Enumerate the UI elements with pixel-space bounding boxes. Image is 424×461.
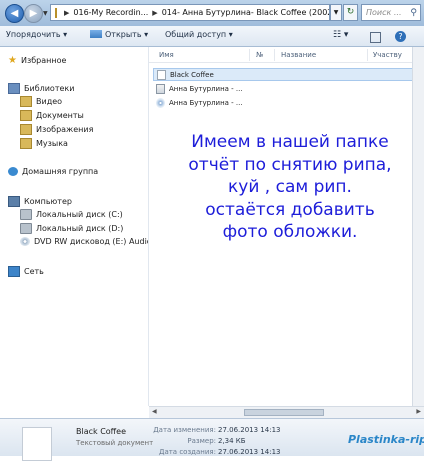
nav-item-label: Изображения [36,125,94,134]
library-icon [8,83,20,94]
nav-network-label: Сеть [24,267,44,276]
column-divider[interactable] [249,49,250,61]
nav-computer-label: Компьютер [24,197,72,206]
hard-disk-icon [20,223,32,234]
breadcrumb-current[interactable]: 014- Анна Бутурлина- Black Coffee (2002) [162,8,329,17]
preview-pane-icon[interactable] [370,32,381,43]
details-file-type: Текстовый документ [76,439,154,447]
nav-network[interactable]: Сеть [8,266,44,277]
help-icon[interactable]: ? [395,31,406,42]
open-label: Открыть ▾ [105,30,149,39]
details-file-name: Black Coffee [76,427,127,436]
overlay-line: фото обложки. [222,222,358,242]
nav-libraries-label: Библиотеки [24,84,75,93]
refresh-button[interactable]: ↻ [343,4,358,21]
file-name: Black Coffee [170,70,214,79]
column-header-title[interactable]: Название [281,51,316,59]
created-value: 27.06.2013 14:13 [218,448,281,456]
recent-pages-dropdown[interactable]: ▼ [43,10,48,17]
text-file-icon [157,69,166,80]
navigation-pane: ★ Избранное Библиотеки Видео Документы Из… [0,47,149,406]
nav-item-images[interactable]: Изображения [20,124,93,135]
chevron-right-icon: ▶ [152,8,158,17]
nav-item-video[interactable]: Видео [20,96,62,107]
column-headers: Имя № Название Участву [149,47,424,63]
nav-drive-label: Локальный диск (C:) [36,210,123,219]
video-folder-icon [20,96,32,107]
file-name: Анна Бутурлина - ... [169,98,243,107]
horizontal-scrollbar[interactable]: ◀ ▶ [149,406,424,418]
modified-label: Дата изменения: [153,426,216,434]
nav-item-label: Документы [36,111,84,120]
vertical-scrollbar[interactable] [412,47,424,406]
nav-computer[interactable]: Компьютер [8,196,72,207]
scroll-thumb[interactable] [244,409,324,416]
column-header-artists[interactable]: Участву [373,51,402,59]
nav-favorites[interactable]: ★ Избранное [8,55,67,66]
forward-button[interactable]: ▶ [24,4,43,23]
search-input[interactable]: Поиск ... ⚲ [361,4,421,21]
open-with-icon [90,30,102,38]
address-bar-area: ◀ ▶ ▼ ▶ 016-My Recordin... ▶ 014- Анна Б… [0,0,424,26]
overlay-line: Имеем в нашей папке [191,132,389,152]
scroll-left-icon[interactable]: ◀ [152,408,157,415]
share-button[interactable]: Общий доступ ▾ [165,30,233,39]
breadcrumb-parent[interactable]: 016-My Recordin... [73,8,148,17]
size-value: 2,34 КБ [218,437,246,445]
folder-icon [55,7,57,18]
nav-libraries[interactable]: Библиотеки [8,83,74,94]
search-placeholder: Поиск ... [366,8,402,17]
audio-file-icon [156,83,165,94]
nav-favorites-label: Избранное [20,56,67,65]
overlay-line: остаётся добавить [205,199,375,220]
scroll-right-icon[interactable]: ▶ [416,408,421,415]
file-row[interactable]: Анна Бутурлина - ... [153,82,416,95]
nav-item-label: Видео [36,97,63,106]
organize-button[interactable]: Упорядочить ▾ [6,30,67,39]
address-field[interactable]: ▶ 016-My Recordin... ▶ 014- Анна Бутурли… [50,4,330,21]
file-name: Анна Бутурлина - ... [169,84,243,93]
overlay-line: отчёт по снятию рипа, [188,154,392,175]
watermark-logo: Plastinka-rip [348,433,424,446]
file-row-selected[interactable]: Black Coffee [153,68,416,81]
column-header-name[interactable]: Имя [159,51,174,59]
file-row[interactable]: Анна Бутурлина - ... [153,96,416,109]
dvd-drive-icon [20,237,30,246]
nav-drive-e[interactable]: DVD RW дисковод (E:) Audio C [20,237,149,246]
command-bar: Упорядочить ▾ Открыть ▾ Общий доступ ▾ ☷… [0,26,424,47]
hard-disk-icon [20,209,32,220]
column-header-number[interactable]: № [256,51,263,59]
nav-drive-d[interactable]: Локальный диск (D:) [20,223,123,234]
star-icon: ★ [8,55,17,66]
cd-image-icon [156,97,165,108]
chevron-right-icon: ▶ [64,8,70,17]
search-icon: ⚲ [410,8,417,18]
documents-folder-icon [20,110,32,121]
homegroup-icon [8,167,18,176]
view-options-icon[interactable]: ☷ ▾ [333,30,348,40]
images-folder-icon [20,124,32,135]
address-history-dropdown[interactable]: ▼ [330,4,342,21]
music-folder-icon [20,138,32,149]
nav-drive-label: Локальный диск (D:) [36,224,124,233]
computer-icon [8,196,20,207]
nav-drive-c[interactable]: Локальный диск (C:) [20,209,123,220]
nav-homegroup-label: Домашняя группа [22,167,99,176]
size-label: Размер: [187,437,216,445]
nav-homegroup[interactable]: Домашняя группа [8,167,98,176]
details-pane: Black Coffee Текстовый документ Дата изм… [0,418,424,461]
created-label: Дата создания: [158,448,216,456]
overlay-annotation: Имеем в нашей папке отчёт по снятию рипа… [160,131,420,244]
network-icon [8,266,20,277]
overlay-line: куй , сам рип. [228,177,352,197]
column-divider[interactable] [367,49,368,61]
modified-value: 27.06.2013 14:13 [218,426,281,434]
column-divider[interactable] [274,49,275,61]
open-button[interactable]: Открыть ▾ [90,30,148,39]
nav-item-label: Музыка [36,139,68,148]
nav-item-documents[interactable]: Документы [20,110,84,121]
back-button[interactable]: ◀ [5,4,24,23]
nav-drive-label: DVD RW дисковод (E:) Audio C [34,237,149,246]
nav-item-music[interactable]: Музыка [20,138,68,149]
